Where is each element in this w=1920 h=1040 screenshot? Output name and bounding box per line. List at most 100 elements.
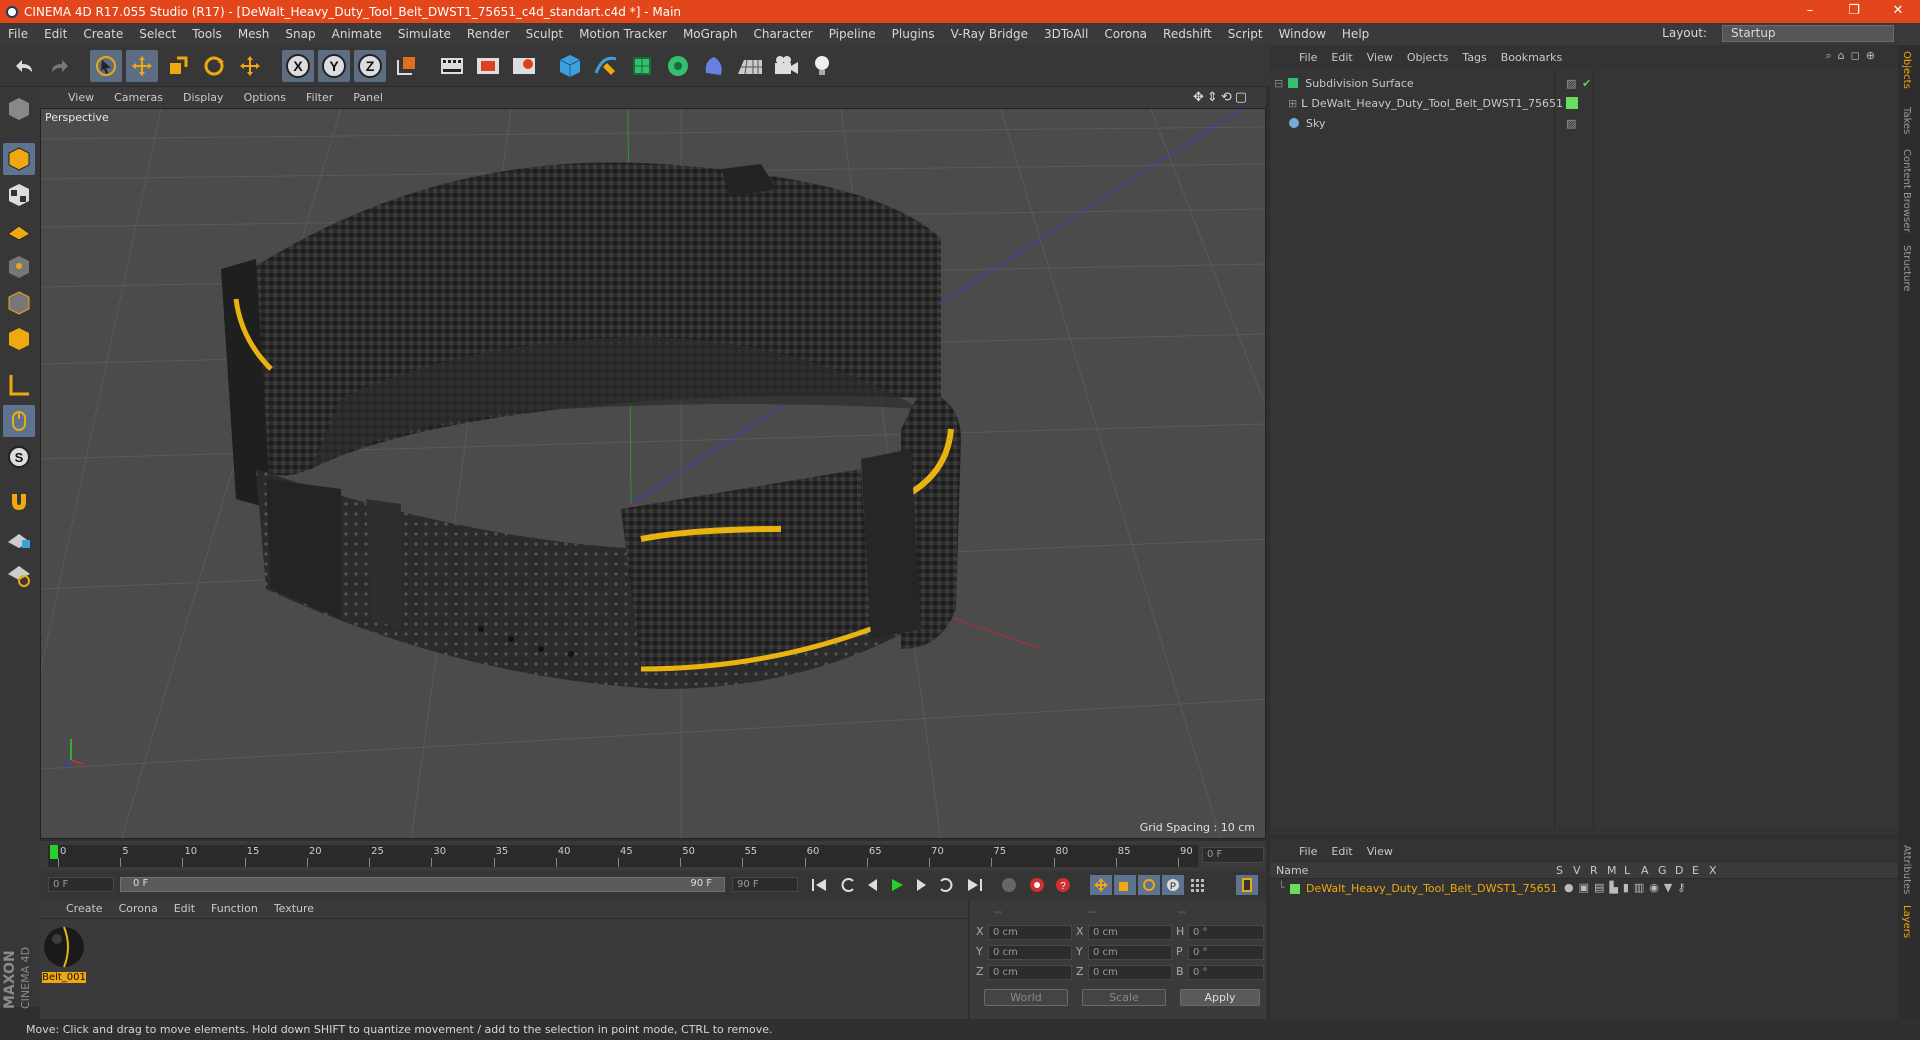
playhead[interactable] xyxy=(50,845,58,859)
menu-mograph[interactable]: MoGraph xyxy=(675,27,746,41)
menu-vray-bridge[interactable]: V-Ray Bridge xyxy=(943,27,1036,41)
menu-window[interactable]: Window xyxy=(1271,27,1334,41)
points-icon[interactable] xyxy=(3,215,35,247)
size-x-field[interactable]: 0 cm xyxy=(1088,925,1172,940)
pos-y-field[interactable]: 0 cm xyxy=(988,945,1072,960)
rot-p-field[interactable]: 0 ° xyxy=(1188,945,1264,960)
keyframe-help-icon[interactable]: ? xyxy=(1052,875,1074,895)
layer-row[interactable]: └ DeWalt_Heavy_Duty_Tool_Belt_DWST1_7565… xyxy=(1274,881,1894,897)
prev-frame-icon[interactable] xyxy=(862,875,884,895)
layer-menu-edit[interactable]: Edit xyxy=(1324,845,1359,858)
minimize-button[interactable]: – xyxy=(1788,0,1832,23)
close-button[interactable]: ✕ xyxy=(1876,0,1920,23)
pos-x-field[interactable]: 0 cm xyxy=(988,925,1072,940)
render-view-icon[interactable] xyxy=(436,50,468,82)
preview-range-slider[interactable]: 0 F 90 F xyxy=(120,877,725,892)
solo-icon[interactable]: S xyxy=(3,441,35,473)
next-frame-icon[interactable] xyxy=(910,875,932,895)
tab-attributes[interactable]: Attributes xyxy=(1901,845,1912,894)
current-frame-field[interactable]: 0 F xyxy=(1202,847,1264,863)
y-axis-icon[interactable]: Y xyxy=(318,50,350,82)
mat-menu-texture[interactable]: Texture xyxy=(266,902,322,915)
timeline-ruler[interactable]: 0 5 10 15 20 25 30 35 40 45 50 55 60 65 70 75 80 85 90 0 F xyxy=(40,841,1266,871)
timeline-window-icon[interactable] xyxy=(1236,875,1258,895)
obj-menu-objects[interactable]: Objects xyxy=(1400,51,1456,64)
obj-menu-view[interactable]: View xyxy=(1360,51,1400,64)
tab-layers[interactable]: Layers xyxy=(1901,905,1912,938)
edges-icon[interactable] xyxy=(3,251,35,283)
menu-simulate[interactable]: Simulate xyxy=(390,27,459,41)
apply-button[interactable]: Apply xyxy=(1180,989,1260,1006)
obj-search-icon[interactable]: ⌕⌂◻⊕ xyxy=(1819,49,1889,63)
menu-animate[interactable]: Animate xyxy=(324,27,390,41)
pos-z-field[interactable]: 0 cm xyxy=(988,965,1072,980)
viewport-menu-filter[interactable]: Filter xyxy=(296,91,343,104)
layer-color-swatch[interactable] xyxy=(1566,97,1578,109)
workplane-icon[interactable] xyxy=(3,179,35,211)
snap-icon[interactable] xyxy=(3,559,35,591)
material-swatch[interactable]: Belt_001 xyxy=(42,925,86,983)
render-region-icon[interactable] xyxy=(472,50,504,82)
menu-plugins[interactable]: Plugins xyxy=(884,27,943,41)
move-alt-icon[interactable] xyxy=(234,50,266,82)
menu-snap[interactable]: Snap xyxy=(277,27,323,41)
prev-key-icon[interactable] xyxy=(838,875,860,895)
layer-menu-file[interactable]: File xyxy=(1292,845,1324,858)
layer-flag-icons[interactable]: ●▣▤▙▮▥◉▼⚷ xyxy=(1564,881,1690,894)
mouse-icon[interactable] xyxy=(3,405,35,437)
magnet-icon[interactable] xyxy=(3,485,35,517)
obj-menu-file[interactable]: File xyxy=(1292,51,1324,64)
undo-icon[interactable] xyxy=(8,50,40,82)
viewport-nav-icons[interactable]: ✥⇕⟲▢ xyxy=(1183,90,1260,105)
layout-select[interactable]: Startup xyxy=(1722,25,1894,42)
world-coord-icon[interactable] xyxy=(390,50,422,82)
select-arrow-icon[interactable] xyxy=(90,50,122,82)
end-frame-field[interactable]: 90 F xyxy=(732,877,798,892)
menu-motion-tracker[interactable]: Motion Tracker xyxy=(571,27,675,41)
object-row-sky[interactable]: Sky ▨ xyxy=(1274,114,1894,132)
menu-select[interactable]: Select xyxy=(131,27,184,41)
play-icon[interactable] xyxy=(886,875,908,895)
restore-button[interactable]: ❐ xyxy=(1832,0,1876,23)
object-row-belt[interactable]: ⊞ Ⅼ DeWalt_Heavy_Duty_Tool_Belt_DWST1_75… xyxy=(1274,94,1894,112)
menu-render[interactable]: Render xyxy=(459,27,518,41)
mat-menu-create[interactable]: Create xyxy=(58,902,111,915)
menu-3dtoall[interactable]: 3DToAll xyxy=(1036,27,1096,41)
menu-mesh[interactable]: Mesh xyxy=(230,27,278,41)
light-icon[interactable] xyxy=(806,50,838,82)
menu-sculpt[interactable]: Sculpt xyxy=(518,27,571,41)
z-axis-icon[interactable]: Z xyxy=(354,50,386,82)
menu-corona[interactable]: Corona xyxy=(1096,27,1155,41)
tab-takes[interactable]: Takes xyxy=(1901,107,1912,134)
viewport-menu-view[interactable]: View xyxy=(58,91,104,104)
rot-h-field[interactable]: 0 ° xyxy=(1188,925,1264,940)
object-row-subdivision[interactable]: ⊟ Subdivision Surface ▨ ✔ xyxy=(1274,74,1894,92)
layer-menu-view[interactable]: View xyxy=(1360,845,1400,858)
menu-file[interactable]: File xyxy=(0,27,36,41)
model-icon[interactable] xyxy=(3,93,35,125)
menu-tools[interactable]: Tools xyxy=(184,27,230,41)
menu-help[interactable]: Help xyxy=(1334,27,1377,41)
floor-icon[interactable] xyxy=(734,50,766,82)
tab-objects[interactable]: Objects xyxy=(1901,51,1912,89)
menu-character[interactable]: Character xyxy=(745,27,820,41)
coord-mode-select[interactable]: World xyxy=(984,989,1068,1006)
redo-icon[interactable] xyxy=(44,50,76,82)
obj-menu-bookmarks[interactable]: Bookmarks xyxy=(1494,51,1569,64)
key-move-icon[interactable] xyxy=(1090,875,1112,895)
key-param-icon[interactable]: P xyxy=(1162,875,1184,895)
rot-b-field[interactable]: 0 ° xyxy=(1188,965,1264,980)
next-key-icon[interactable] xyxy=(934,875,956,895)
coord-size-mode-select[interactable]: Scale xyxy=(1082,989,1166,1006)
array-icon[interactable] xyxy=(662,50,694,82)
axis-icon[interactable] xyxy=(3,323,35,355)
menu-edit[interactable]: Edit xyxy=(36,27,75,41)
lock-grid-icon[interactable] xyxy=(3,523,35,555)
layer-color-swatch[interactable] xyxy=(1290,884,1300,894)
autokey-icon[interactable] xyxy=(1026,875,1048,895)
record-keys-icon[interactable] xyxy=(998,875,1020,895)
tweak-icon[interactable] xyxy=(3,369,35,401)
obj-menu-edit[interactable]: Edit xyxy=(1324,51,1359,64)
key-pla-icon[interactable] xyxy=(1186,875,1208,895)
perspective-viewport[interactable]: Perspective Grid Spacing : 10 cm xyxy=(40,108,1266,839)
